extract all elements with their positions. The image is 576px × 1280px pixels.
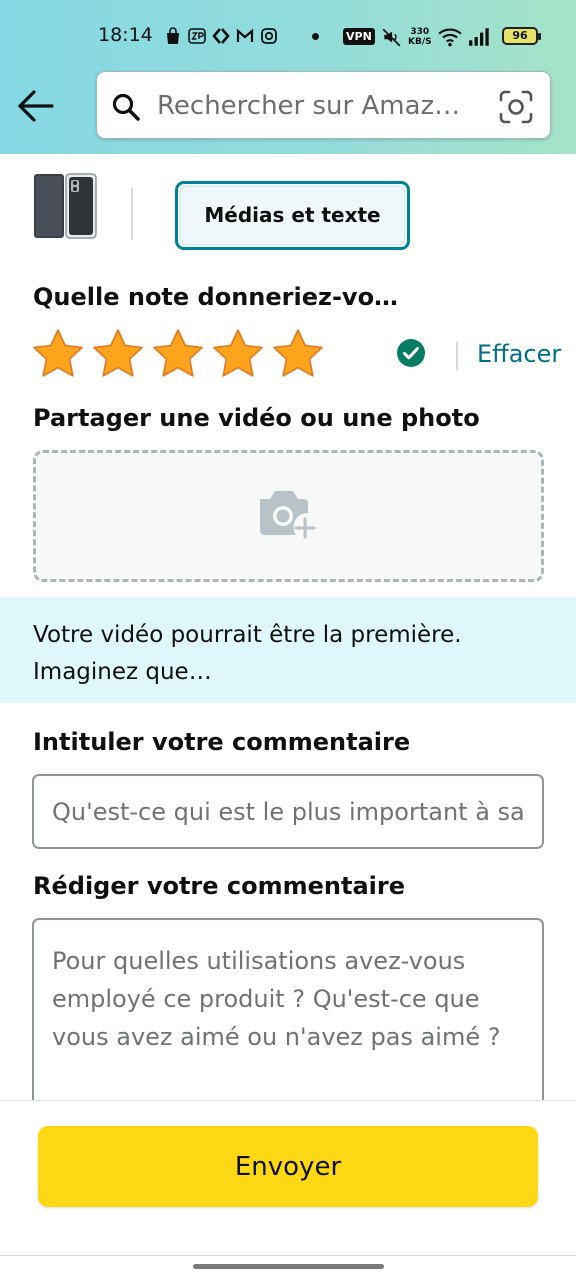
instagram-icon <box>261 28 277 44</box>
video-info-text: Votre vidéo pourrait être la première. I… <box>33 622 462 685</box>
more-notifications-dot <box>312 33 319 40</box>
submit-button[interactable]: Envoyer <box>38 1126 538 1207</box>
signal-icon <box>468 28 489 46</box>
search-bar[interactable] <box>96 71 551 139</box>
app-header: 18:14 VPN 330 KB/S 96 <box>0 0 576 154</box>
rating-question: Quelle note donneriez-vo… <box>33 283 399 311</box>
shopping-bag-icon <box>167 27 179 44</box>
notification-icons <box>164 26 278 46</box>
clear-rating-link[interactable]: Effacer <box>477 340 561 368</box>
rating-separator <box>456 342 458 370</box>
tab-media-text[interactable]: Médias et texte <box>175 181 410 250</box>
add-photo-camera-icon <box>260 491 316 539</box>
mute-icon <box>382 28 401 47</box>
media-upload-area[interactable] <box>33 450 544 582</box>
gesture-navigation-bar[interactable] <box>193 1264 384 1269</box>
navigation-divider <box>0 1255 576 1256</box>
camera-lens-icon[interactable] <box>499 90 533 124</box>
gmail-icon <box>236 28 254 42</box>
star-icon-5[interactable] <box>270 326 326 382</box>
star-icon-3[interactable] <box>150 326 206 382</box>
review-title-input[interactable] <box>32 774 544 849</box>
vpn-badge: VPN <box>343 28 375 45</box>
review-body-label: Rédiger votre commentaire <box>33 872 405 900</box>
check-circle-icon <box>397 339 425 367</box>
system-status-icons: 330 KB/S <box>380 24 492 50</box>
star-rating[interactable] <box>30 326 326 382</box>
product-thumbnail[interactable] <box>32 170 100 242</box>
review-title-label: Intituler votre commentaire <box>33 728 411 756</box>
star-icon-1[interactable] <box>30 326 86 382</box>
thumbnail-divider <box>131 188 133 240</box>
back-arrow-icon[interactable] <box>14 86 58 126</box>
search-input[interactable] <box>157 86 477 126</box>
wifi-icon <box>437 28 462 47</box>
star-icon-4[interactable] <box>210 326 266 382</box>
zp-app-icon <box>188 28 206 44</box>
status-bar: 18:14 VPN 330 KB/S 96 <box>0 0 576 72</box>
network-speed: 330 KB/S <box>408 27 432 47</box>
battery-indicator: 96 <box>502 27 541 45</box>
star-icon-2[interactable] <box>90 326 146 382</box>
search-icon <box>112 93 140 121</box>
carrefour-icon <box>212 28 230 44</box>
status-time: 18:14 <box>98 24 153 46</box>
media-section-title: Partager une vidéo ou une photo <box>33 404 480 432</box>
review-body-textarea[interactable] <box>32 918 544 1118</box>
